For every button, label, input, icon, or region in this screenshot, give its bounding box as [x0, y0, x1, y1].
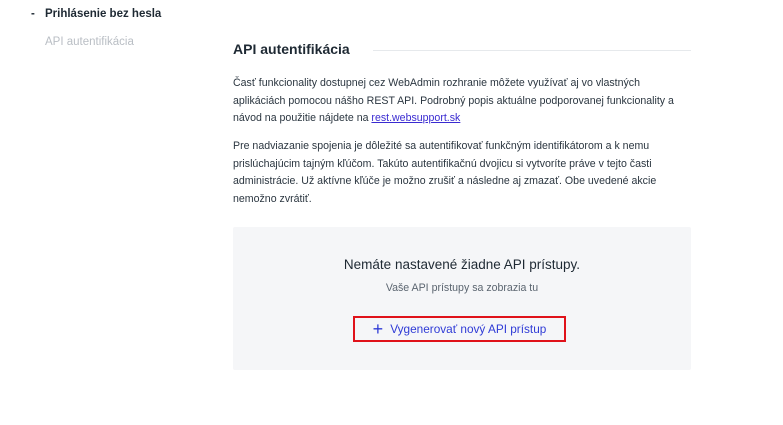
sidebar-item-api-auth[interactable]: API autentifikácia [45, 36, 134, 48]
sidebar-item-passwordless-login[interactable]: - Prihlásenie bez hesla [31, 8, 161, 20]
generate-button-label: Vygenerovať nový API prístup [390, 322, 547, 336]
active-marker: - [31, 8, 35, 20]
plus-icon: + [372, 319, 384, 339]
intro-paragraph: Časť funkcionality dostupnej cez WebAdmi… [233, 75, 695, 128]
rest-api-link[interactable]: rest.websupport.sk [371, 112, 460, 124]
section-divider [373, 50, 691, 51]
generate-api-access-button[interactable]: + Vygenerovať nový API prístup [353, 316, 566, 342]
section-header: API autentifikácia [233, 41, 691, 59]
auth-paragraph: Pre nadviazanie spojenia je dôležité sa … [233, 140, 657, 205]
section-title: API autentifikácia [233, 41, 366, 57]
sidebar-item-label: Prihlásenie bez hesla [45, 8, 162, 20]
empty-state-title: Nemáte nastavené žiadne API prístupy. [343, 257, 581, 272]
empty-state-panel: Nemáte nastavené žiadne API prístupy. Va… [233, 227, 691, 370]
empty-state-subtitle: Vaše API prístupy sa zobrazia tu [385, 282, 539, 294]
